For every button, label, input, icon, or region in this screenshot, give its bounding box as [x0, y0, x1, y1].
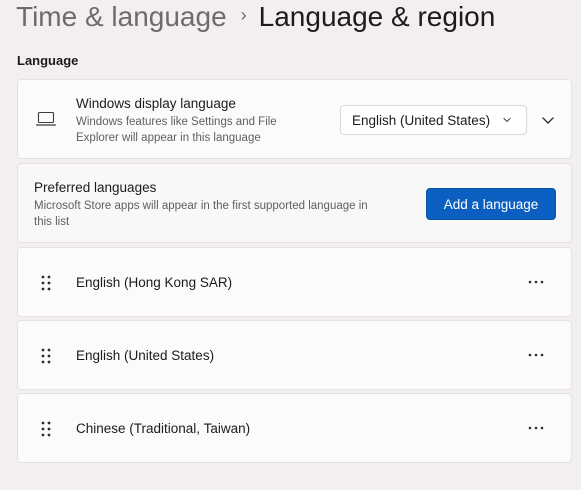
more-icon [528, 426, 544, 430]
add-language-button[interactable]: Add a language [426, 188, 556, 220]
language-label: Chinese (Traditional, Taiwan) [76, 421, 251, 436]
preferred-languages-description-line: this list [34, 216, 70, 228]
display-language-title: Windows display language [76, 96, 236, 111]
drag-handle-icon[interactable] [39, 274, 53, 292]
preferred-languages-description-line: Microsoft Store apps will appear in the … [34, 200, 368, 212]
language-row[interactable]: Chinese (Traditional, Taiwan) [17, 393, 572, 463]
chevron-down-icon [542, 117, 554, 124]
language-label: English (United States) [76, 348, 215, 363]
breadcrumb-separator-icon: › [240, 5, 247, 25]
language-label: English (Hong Kong SAR) [76, 275, 233, 290]
page-title: Language & region [258, 1, 496, 32]
preferred-languages-title: Preferred languages [34, 180, 157, 195]
more-icon [528, 280, 544, 284]
language-row[interactable]: English (United States) [17, 320, 572, 390]
more-options-button[interactable] [523, 345, 549, 365]
laptop-icon [36, 111, 56, 126]
language-row[interactable]: English (Hong Kong SAR) [17, 247, 572, 317]
drag-handle-icon[interactable] [39, 347, 53, 365]
display-language-dropdown[interactable]: English (United States) [340, 105, 527, 135]
display-language-description-line: Explorer will appear in this language [76, 132, 261, 144]
more-icon [528, 353, 544, 357]
drag-handle-icon[interactable] [39, 420, 53, 438]
more-options-button[interactable] [523, 272, 549, 292]
display-language-description-line: Windows features like Settings and File [76, 116, 277, 128]
preferred-languages-description: Microsoft Store apps will appear in the … [34, 198, 409, 230]
more-options-button[interactable] [523, 418, 549, 438]
preferred-languages-card: Preferred languages Microsoft Store apps… [17, 163, 572, 243]
breadcrumb-parent-link[interactable]: Time & language [16, 0, 227, 38]
display-language-description: Windows features like Settings and File … [76, 114, 277, 146]
expand-display-language-button[interactable] [536, 109, 560, 131]
section-title-language: Language [17, 53, 79, 68]
display-language-selected-value: English (United States) [352, 112, 491, 128]
chevron-down-icon [503, 117, 511, 123]
display-language-card: Windows display language Windows feature… [17, 79, 572, 159]
breadcrumb: Time & language › Language & region [16, 0, 495, 38]
